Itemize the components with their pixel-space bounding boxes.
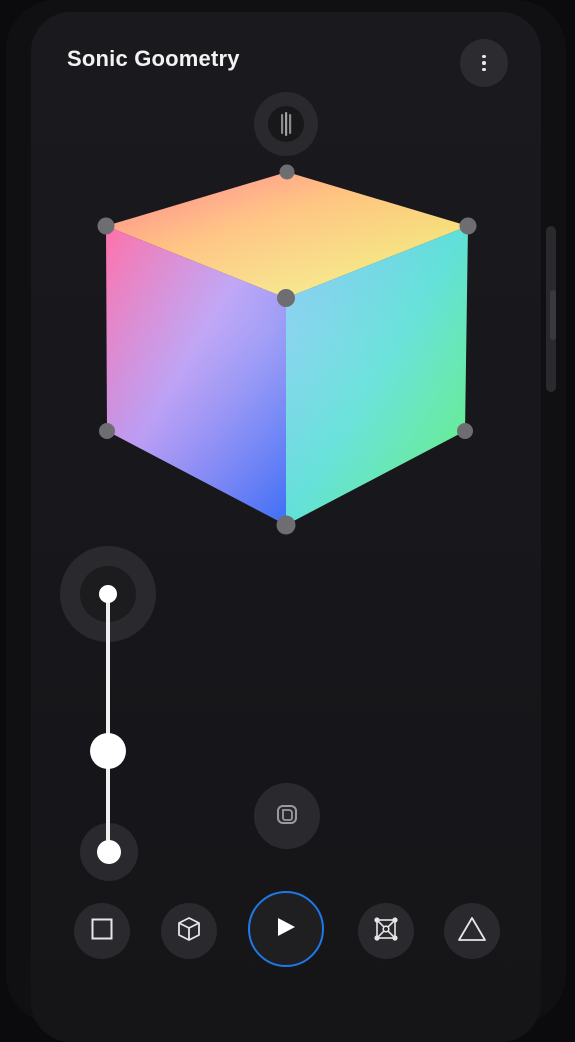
vertex-handle-lower-right[interactable] [457, 423, 473, 439]
slider-bottom-stop[interactable] [97, 840, 121, 864]
transform-tool-button[interactable] [358, 903, 414, 959]
vertex-handle-center[interactable] [277, 289, 295, 307]
object-button[interactable] [254, 783, 320, 849]
slider-thumb[interactable] [90, 733, 126, 770]
vertex-handle-top[interactable] [279, 164, 295, 180]
slider-top-stop[interactable] [99, 585, 117, 603]
vertex-handle-bottom[interactable] [276, 515, 296, 535]
cube-icon [175, 915, 203, 948]
vertex-handle-upper-left[interactable] [97, 217, 115, 235]
play-button[interactable] [248, 891, 324, 967]
transform-icon [372, 915, 400, 948]
cube-glow [106, 172, 468, 525]
object-icon [273, 800, 301, 833]
play-icon [275, 916, 297, 943]
geometry-canvas[interactable] [31, 12, 541, 552]
triangle-icon [457, 915, 487, 948]
square-icon [90, 917, 114, 946]
cube-tool-button[interactable] [161, 903, 217, 959]
triangle-tool-button[interactable] [444, 903, 500, 959]
vertex-handle-upper-right[interactable] [459, 217, 477, 235]
app-screen: Sonic Goometry [31, 12, 541, 1042]
square-tool-button[interactable] [74, 903, 130, 959]
side-button-inner [550, 290, 556, 340]
vertical-slider-track[interactable] [106, 595, 110, 853]
vertex-handle-lower-left[interactable] [99, 423, 115, 439]
